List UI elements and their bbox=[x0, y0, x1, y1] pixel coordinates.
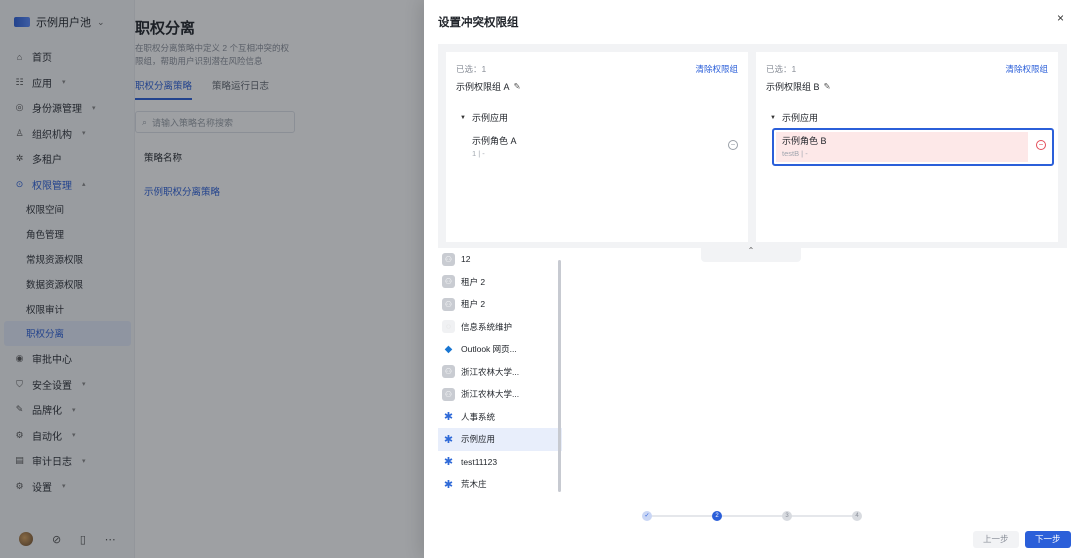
app-default-icon: ⚇ bbox=[442, 365, 455, 379]
app-list-item[interactable]: ✱ 示例应用 bbox=[438, 428, 562, 451]
app-list: ⚇ 12 ⚇ 租户 2 ⚇ 租户 2 ◌ 信息系统维护 ◆ Outlook 网页... ⚇ 浙江农林大… bbox=[438, 248, 562, 494]
role-sub: testB | - bbox=[782, 149, 808, 158]
role-name: 示例角色 B bbox=[782, 136, 827, 146]
step-1: ✓ bbox=[642, 511, 652, 521]
app-list-item-label: 浙江农林大学... bbox=[461, 389, 520, 400]
role-card-a: 示例角色 A 1 | - − bbox=[462, 128, 744, 166]
app-gear-icon: ✱ bbox=[443, 433, 454, 446]
app-gear-icon: ✱ bbox=[443, 456, 454, 469]
group-a-label: 示例权限组 A bbox=[456, 82, 510, 92]
group-b-name: 示例权限组 B ✎ bbox=[766, 80, 831, 93]
app-list-item[interactable]: ✱ test11123 bbox=[438, 451, 562, 474]
app-list-item[interactable]: ⚇ 租户 2 bbox=[438, 271, 562, 294]
app-list-item[interactable]: ⚇ 浙江农林大学... bbox=[438, 383, 562, 406]
step-4: 4 bbox=[852, 511, 862, 521]
app-list-item-label: 租户 2 bbox=[461, 276, 486, 287]
app-list-item-label: Outlook 网页... bbox=[461, 344, 517, 355]
group-b-label: 示例权限组 B bbox=[766, 82, 820, 92]
app-list-item[interactable]: ✱ 荒木庄 bbox=[438, 473, 562, 494]
app-list-item-label: 信息系统维护 bbox=[461, 321, 513, 332]
role-card-b-conflict: 示例角色 B testB | - − bbox=[772, 128, 1054, 166]
caret-down-icon: ▼ bbox=[460, 114, 466, 121]
app-list-item[interactable]: ⚇ 租户 2 bbox=[438, 293, 562, 316]
step-track bbox=[648, 515, 856, 517]
close-icon[interactable]: × bbox=[1057, 11, 1064, 25]
role-sub: 1 | - bbox=[472, 149, 485, 158]
drawer-title: 设置冲突权限组 bbox=[438, 17, 519, 29]
app-placeholder-icon: ◌ bbox=[442, 320, 455, 334]
app-list-item[interactable]: ⚇ 12 bbox=[438, 248, 562, 271]
app-list-item[interactable]: ⚇ 浙江农林大学... bbox=[438, 361, 562, 384]
app-gear-icon: ✱ bbox=[443, 478, 454, 491]
role-name: 示例角色 A bbox=[472, 136, 517, 146]
app-default-icon: ⚇ bbox=[442, 297, 455, 311]
previous-step-button[interactable]: 上一步 bbox=[973, 531, 1019, 548]
app-node[interactable]: ▼ 示例应用 bbox=[770, 111, 818, 124]
conflict-panels: 已选：1 清除权限组 示例权限组 A ✎ ▼ 示例应用 示例角色 A 1 | -… bbox=[438, 44, 1067, 248]
step-3: 3 bbox=[782, 511, 792, 521]
app-gear-icon: ✱ bbox=[443, 411, 454, 424]
permission-group-b-panel: 已选：1 清除权限组 示例权限组 B ✎ ▼ 示例应用 示例角色 B testB… bbox=[756, 52, 1058, 242]
outlook-icon: ◆ bbox=[444, 343, 453, 355]
permission-group-a-panel: 已选：1 清除权限组 示例权限组 A ✎ ▼ 示例应用 示例角色 A 1 | -… bbox=[446, 52, 748, 242]
edit-icon[interactable]: ✎ bbox=[514, 81, 521, 92]
clear-group-a-button[interactable]: 清除权限组 bbox=[695, 63, 738, 75]
app-list-item[interactable]: ✱ 人事系统 bbox=[438, 406, 562, 429]
app-list-item-label: 租户 2 bbox=[461, 299, 486, 310]
app-node[interactable]: ▼ 示例应用 bbox=[460, 111, 508, 124]
app-list-item-label: 荒木庄 bbox=[461, 479, 487, 490]
remove-icon[interactable]: − bbox=[728, 140, 738, 150]
caret-down-icon: ▼ bbox=[770, 114, 776, 121]
remove-icon[interactable]: − bbox=[1036, 140, 1046, 150]
app-node-label: 示例应用 bbox=[781, 113, 818, 123]
app-node-label: 示例应用 bbox=[471, 113, 508, 123]
next-step-button[interactable]: 下一步 bbox=[1025, 531, 1071, 548]
app-default-icon: ⚇ bbox=[442, 252, 455, 266]
app-list-item-label: test11123 bbox=[461, 456, 498, 467]
step-indicator: ✓ 2 3 4 bbox=[642, 509, 862, 523]
app-list-item-label: 12 bbox=[461, 254, 471, 265]
step-2: 2 bbox=[712, 511, 722, 521]
app-default-icon: ⚇ bbox=[442, 387, 455, 401]
selected-count: 已选：1 bbox=[766, 64, 797, 74]
app-default-icon: ⚇ bbox=[442, 275, 455, 289]
collapse-panel-button[interactable]: ⌃ bbox=[701, 244, 801, 262]
group-a-name: 示例权限组 A ✎ bbox=[456, 80, 521, 93]
app-list-item-label: 人事系统 bbox=[461, 411, 496, 422]
app-list-item[interactable]: ◆ Outlook 网页... bbox=[438, 338, 562, 361]
app-list-item-label: 浙江农林大学... bbox=[461, 366, 520, 377]
app-list-item[interactable]: ◌ 信息系统维护 bbox=[438, 316, 562, 339]
app-list-item-label: 示例应用 bbox=[461, 434, 496, 445]
app-list-scrollbar[interactable] bbox=[558, 260, 561, 492]
clear-group-b-button[interactable]: 清除权限组 bbox=[1005, 63, 1048, 75]
edit-icon[interactable]: ✎ bbox=[824, 81, 831, 92]
conflict-group-drawer: 设置冲突权限组 × 已选：1 清除权限组 示例权限组 A ✎ ▼ 示例应用 示例… bbox=[424, 0, 1080, 558]
selected-count: 已选：1 bbox=[456, 64, 487, 74]
